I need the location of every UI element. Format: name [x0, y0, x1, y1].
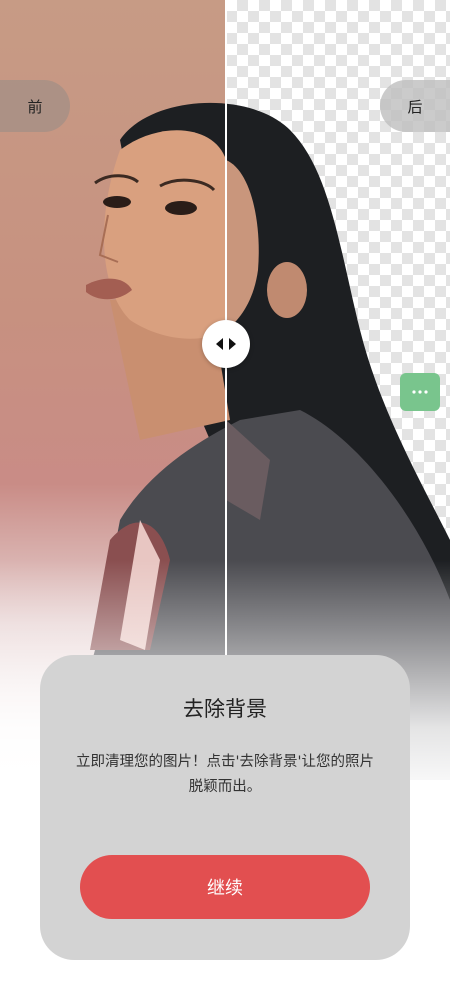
card-title: 去除背景: [183, 697, 267, 721]
left-right-arrows-icon: [216, 338, 236, 350]
before-label: 前: [0, 80, 70, 132]
card-description: 立即清理您的图片！点击'去除背景'让您的照片脱颖而出。: [76, 754, 374, 795]
more-button[interactable]: [400, 373, 440, 411]
face: [103, 130, 226, 339]
remove-background-card: 去除背景 立即清理您的图片！点击'去除背景'让您的照片脱颖而出。 继续: [40, 655, 410, 960]
slider-handle[interactable]: [202, 320, 250, 368]
screen: 前 后 去除背景 立即清理您的图片！点击'去除背景'让您的照片脱颖而出。 继续: [0, 0, 450, 1000]
more-dots-icon: [412, 390, 428, 394]
before-label-text: 前: [27, 97, 43, 116]
continue-button[interactable]: 继续: [80, 855, 370, 919]
after-label: 后: [380, 80, 450, 132]
after-label-text: 后: [407, 97, 423, 116]
